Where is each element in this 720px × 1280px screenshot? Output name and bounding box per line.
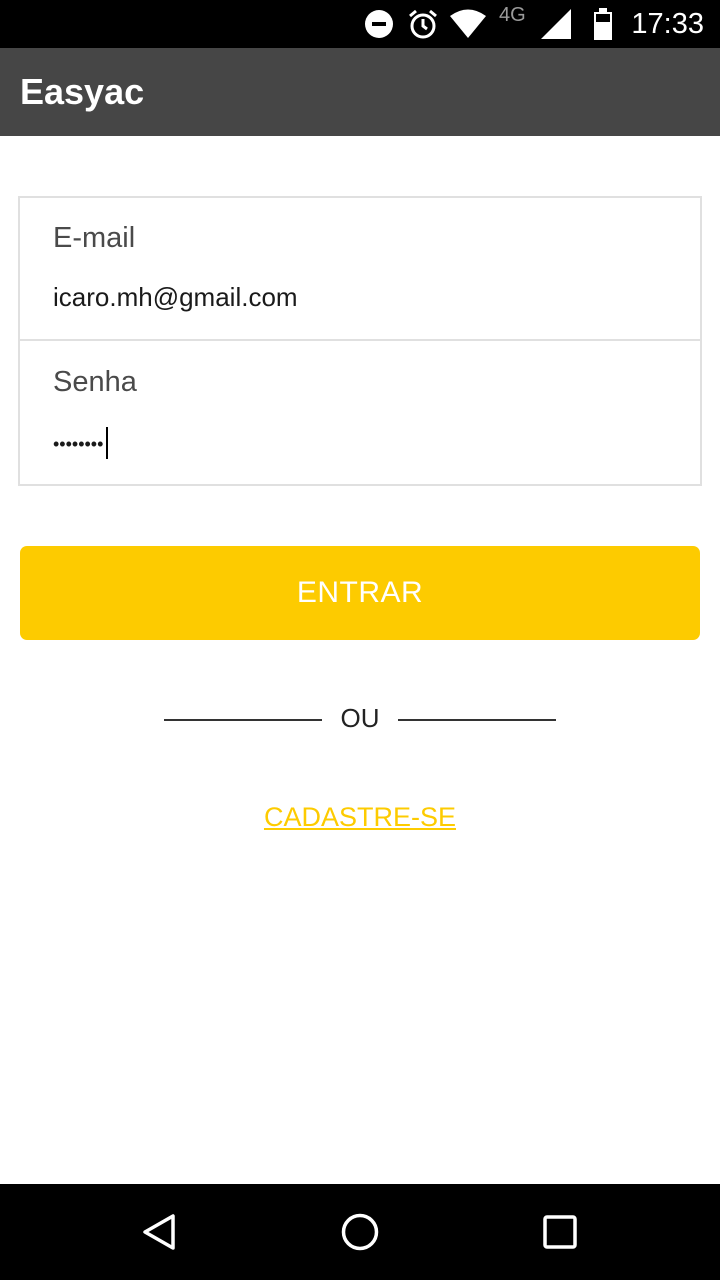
password-value: •••••••• [53, 434, 104, 454]
password-input[interactable]: •••••••• [53, 422, 109, 460]
login-form: E-mail icaro.mh@gmail.com Senha •••••••• [18, 196, 702, 486]
email-field[interactable]: E-mail icaro.mh@gmail.com [20, 198, 700, 341]
text-caret [106, 427, 109, 460]
login-button[interactable]: ENTRAR [20, 546, 700, 640]
email-input[interactable]: icaro.mh@gmail.com [53, 278, 298, 316]
app-bar: Easyac [0, 48, 720, 136]
divider-line-right [398, 719, 556, 721]
password-field[interactable]: Senha •••••••• [20, 342, 700, 485]
alarm-icon [406, 0, 440, 48]
home-icon[interactable] [312, 1184, 408, 1280]
divider-label: OU [340, 703, 380, 733]
cell-signal-icon [538, 0, 574, 48]
status-clock: 17:33 [631, 8, 704, 40]
status-bar: 4G 17:33 [0, 0, 720, 48]
do-not-disturb-icon [362, 0, 396, 48]
network-type-label: 4G [499, 4, 526, 26]
divider-line-left [164, 719, 322, 721]
recents-icon[interactable] [512, 1184, 608, 1280]
wifi-icon [448, 0, 488, 48]
navigation-bar [0, 1184, 720, 1280]
back-icon[interactable] [112, 1184, 208, 1280]
email-label: E-mail [53, 222, 136, 254]
app-title: Easyac [20, 71, 145, 112]
password-label: Senha [53, 366, 137, 398]
battery-icon [590, 0, 616, 48]
signup-link[interactable]: CADASTRE-SE [0, 802, 720, 833]
